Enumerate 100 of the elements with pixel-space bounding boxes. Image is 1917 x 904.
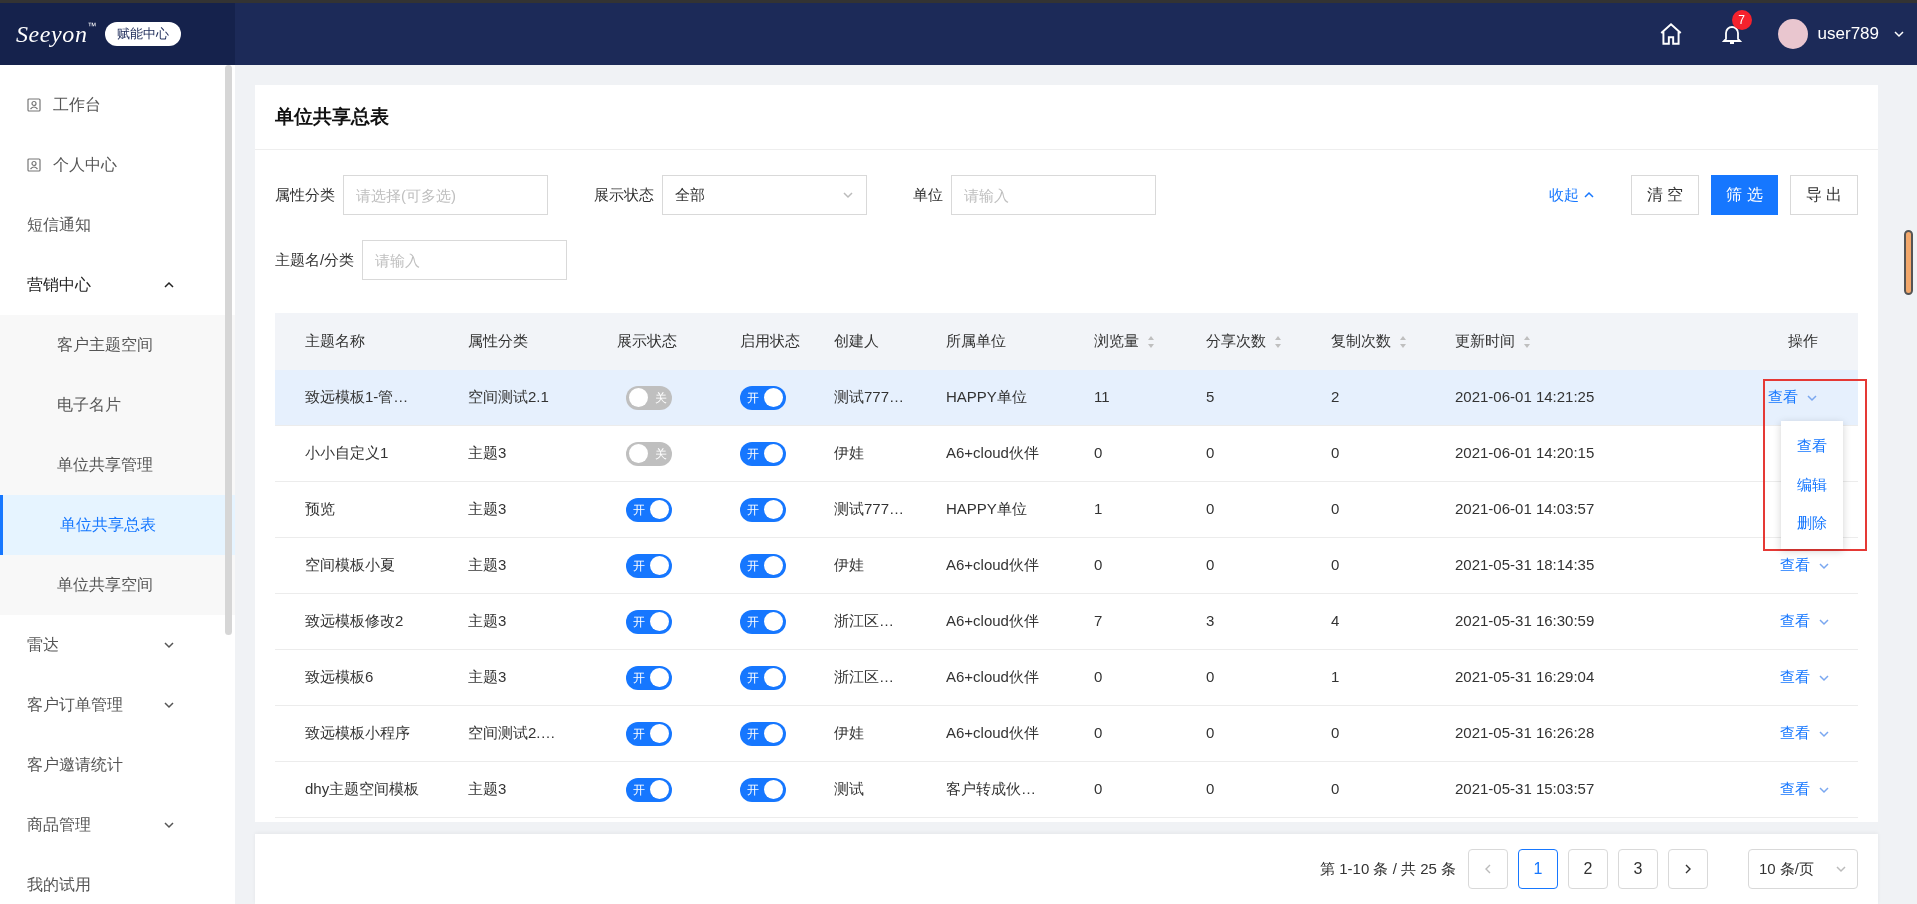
sidebar-group[interactable]: 雷达 (0, 615, 235, 675)
sort-icon[interactable] (1274, 334, 1282, 349)
table-cell: 0 (1331, 500, 1340, 518)
sidebar-group[interactable]: 商品管理 (0, 795, 235, 855)
sidebar-item[interactable]: 工作台 (0, 75, 235, 135)
collapse-link[interactable]: 收起 (1548, 183, 1595, 207)
toggle-switch[interactable]: 开 (626, 777, 672, 802)
field-label: 主题名/分类 (275, 249, 355, 270)
avatar[interactable] (1777, 19, 1808, 49)
sort-icon[interactable] (1523, 334, 1531, 349)
toggle-switch[interactable]: 开 (626, 609, 672, 634)
previous-page-button[interactable] (1468, 849, 1508, 889)
table-cell: 2021-05-31 16:26:28 (1455, 724, 1595, 742)
sidebar-item[interactable]: 单位共享空间 (0, 555, 235, 615)
table-cell: 主题3 (468, 612, 507, 630)
scrollbar[interactable] (225, 65, 232, 635)
sidebar-item[interactable]: 短信通知 (0, 195, 235, 255)
sidebar-group[interactable]: 客户订单管理 (0, 675, 235, 735)
table-cell: 致远模板小程序 (305, 724, 410, 742)
toggle-switch[interactable]: 开 (740, 665, 786, 690)
table-cell: 0 (1094, 444, 1103, 462)
page-title: 单位共享总表 (275, 104, 389, 129)
table-cell: 0 (1206, 724, 1215, 742)
column-header: 所属单位 (946, 331, 1006, 352)
toggle-switch[interactable]: 开 (740, 777, 786, 802)
view-dropdown-link[interactable]: 查看 (1780, 554, 1830, 577)
view-dropdown-link[interactable]: 查看 (1780, 722, 1830, 745)
table-cell: 空间模板小夏 (305, 556, 395, 574)
sidebar-item[interactable]: 个人中心 (0, 135, 235, 195)
table-cell: A6+cloud伙伴 (946, 668, 1039, 686)
view-dropdown-link[interactable]: 查看 (1780, 666, 1830, 689)
toggle-switch[interactable]: 开 (740, 497, 786, 522)
filter-button[interactable]: 导 出 (1789, 175, 1858, 215)
table-cell: 2021-06-01 14:21:25 (1455, 388, 1595, 406)
menu-item[interactable]: 查看 (1797, 427, 1827, 466)
table-cell: 2021-05-31 16:30:59 (1455, 612, 1595, 630)
table-cell: A6+cloud伙伴 (946, 724, 1039, 742)
toggle-switch[interactable]: 开 (740, 721, 786, 746)
view-dropdown-link[interactable]: 查看 (1780, 778, 1830, 801)
filter-button[interactable]: 清 空 (1630, 175, 1700, 215)
sidebar-item[interactable]: 客户邀请统计 (0, 735, 235, 795)
sidebar-item[interactable]: 单位共享总表 (0, 495, 235, 555)
page-size-select[interactable]: 10 条/页 (1748, 849, 1858, 889)
table-cell: 客户转成伙… (946, 780, 1036, 798)
page-button[interactable]: 2 (1568, 849, 1608, 889)
column-header: 操作 (1788, 331, 1818, 352)
field-label: 单位 (913, 184, 943, 205)
column-header: 分享次数 (1206, 331, 1266, 352)
input-field[interactable]: 请输入 (951, 175, 1156, 215)
logo: Seeyon™ (16, 20, 97, 49)
filter-button[interactable]: 筛 选 (1711, 175, 1778, 215)
table-cell: 0 (1206, 444, 1215, 462)
user-name[interactable]: user789 (1817, 21, 1879, 47)
input-field[interactable]: 请选择(可多选) (343, 175, 548, 215)
table-cell: 致远模板1-管… (305, 388, 409, 406)
table-cell: HAPPY单位 (946, 388, 1027, 406)
sort-icon[interactable] (1147, 334, 1155, 349)
table-cell: 空间测试2.… (468, 724, 556, 742)
scrollbar[interactable] (1904, 230, 1913, 295)
toggle-switch[interactable]: 开 (740, 385, 786, 410)
toggle-switch[interactable]: 开 (626, 665, 672, 690)
column-header: 更新时间 (1455, 331, 1515, 352)
sidebar-group[interactable]: 营销中心 (0, 255, 235, 315)
toggle-switch[interactable]: 开 (740, 553, 786, 578)
table-cell: 浙江区… (834, 668, 894, 686)
table-cell: 2 (1331, 388, 1340, 406)
table-cell: A6+cloud伙伴 (946, 612, 1039, 630)
toggle-switch[interactable]: 开 (626, 553, 672, 578)
sidebar-item[interactable]: 客户主题空间 (0, 315, 235, 375)
toggle-switch[interactable]: 开 (626, 497, 672, 522)
sidebar-item[interactable]: 电子名片 (0, 375, 235, 435)
table-cell: 2021-05-31 16:29:04 (1455, 668, 1595, 686)
table-cell: 主题3 (468, 780, 507, 798)
sort-icon[interactable] (1399, 334, 1407, 349)
toggle-switch[interactable]: 开 (626, 721, 672, 746)
pagination-summary: 第 1-10 条 / 共 25 条 (1320, 858, 1456, 879)
view-dropdown-link[interactable]: 查看 (1780, 610, 1830, 633)
table-cell: 主题3 (468, 500, 507, 518)
sidebar-item[interactable]: 单位共享管理 (0, 435, 235, 495)
table-cell: 1 (1331, 668, 1340, 686)
product-badge: 赋能中心 (104, 22, 181, 46)
table-cell: 0 (1206, 668, 1215, 686)
next-page-button[interactable] (1668, 849, 1708, 889)
select-field[interactable]: 全部 (662, 175, 867, 215)
sidebar-item[interactable]: 我的试用 (0, 855, 235, 904)
table-cell: 致远模板6 (305, 668, 374, 686)
column-header: 属性分类 (468, 331, 528, 352)
input-field[interactable]: 请输入 (362, 240, 568, 280)
toggle-switch[interactable]: 开 (740, 441, 786, 466)
page-button[interactable]: 3 (1618, 849, 1658, 889)
page-button[interactable]: 1 (1518, 849, 1558, 889)
table-cell: 伊娃 (834, 724, 864, 742)
chevron-icon (1835, 863, 1847, 875)
table-cell: 0 (1094, 724, 1103, 742)
column-header: 启用状态 (740, 331, 800, 352)
table-cell: 3 (1206, 612, 1215, 630)
toggle-switch[interactable]: 开 (740, 609, 786, 634)
view-dropdown-link[interactable]: 查看 (1768, 386, 1818, 409)
table-cell: 预览 (305, 500, 335, 518)
table-row[interactable]: 致远模板1-管… 空间测试2.1 关 开 测试777… HAPPY单位 11 5 2 2021-06-01 14:21:25 查看 (275, 370, 1858, 426)
